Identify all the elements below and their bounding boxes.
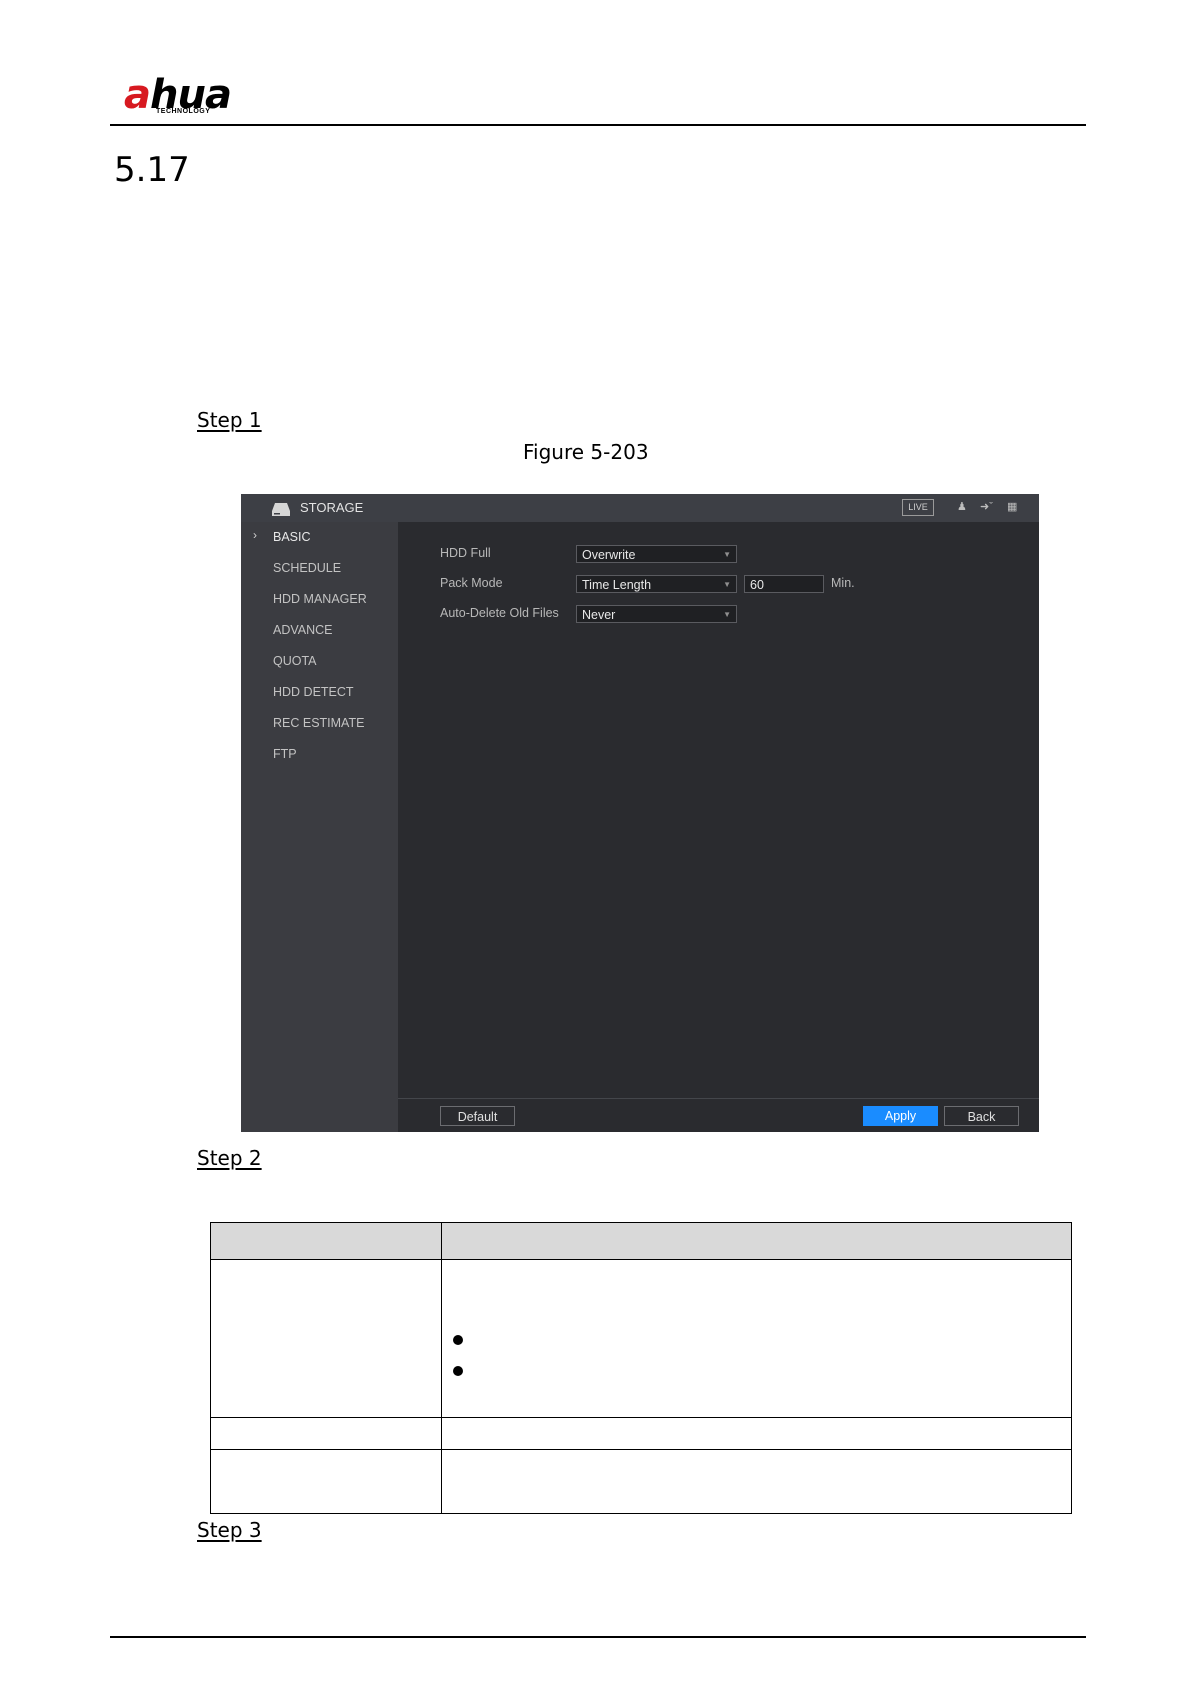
- storage-drive-icon: [272, 503, 290, 516]
- hdd-full-value: Overwrite: [582, 548, 636, 562]
- settings-sidebar: [241, 522, 398, 1132]
- dropdown-arrow-icon: ▼: [723, 550, 731, 559]
- sidebar-item-ftp[interactable]: FTP: [273, 747, 297, 761]
- sidebar-item-advance[interactable]: ADVANCE: [273, 623, 333, 637]
- user-icon[interactable]: ♟: [957, 500, 967, 513]
- pack-length-input[interactable]: 60: [744, 575, 824, 593]
- step-3-label: Step 3: [197, 1518, 262, 1542]
- step-1-label: Step 1: [197, 408, 262, 432]
- table-header-parameter: [210, 1222, 442, 1260]
- auto-delete-label: Auto-Delete Old Files: [440, 606, 559, 620]
- storage-settings-screenshot: STORAGE LIVE ♟ ➜ˇ ▦ › BASIC SCHEDULE HDD…: [241, 494, 1039, 1132]
- header-rule: [110, 124, 1086, 126]
- bullet-icon: [453, 1366, 463, 1376]
- auto-delete-value: Never: [582, 608, 616, 622]
- footer-rule: [110, 1636, 1086, 1638]
- sidebar-item-hdd-detect[interactable]: HDD DETECT: [273, 685, 354, 699]
- table-cell: [441, 1259, 1072, 1418]
- auto-delete-select[interactable]: Never ▼: [576, 605, 737, 623]
- apply-button[interactable]: Apply: [863, 1106, 938, 1126]
- table-header-description: [441, 1222, 1072, 1260]
- table-cell: [441, 1417, 1072, 1450]
- sidebar-item-hdd-manager[interactable]: HDD MANAGER: [273, 592, 367, 606]
- default-button[interactable]: Default: [440, 1106, 515, 1126]
- table-cell: [210, 1449, 442, 1514]
- hdd-full-label: HDD Full: [440, 546, 491, 560]
- footer-divider: [398, 1098, 1039, 1099]
- table-cell: [441, 1449, 1072, 1514]
- sidebar-item-basic[interactable]: BASIC: [273, 530, 311, 544]
- pack-mode-label: Pack Mode: [440, 576, 503, 590]
- sidebar-item-quota[interactable]: QUOTA: [273, 654, 317, 668]
- step-2-label: Step 2: [197, 1146, 262, 1170]
- pack-mode-select[interactable]: Time Length ▼: [576, 575, 737, 593]
- pack-mode-value: Time Length: [582, 578, 652, 592]
- section-number: 5.17: [114, 150, 190, 190]
- company-logo: ahua TECHNOLOGY: [124, 72, 264, 120]
- hdd-full-select[interactable]: Overwrite ▼: [576, 545, 737, 563]
- parameter-table: [210, 1222, 1072, 1514]
- dropdown-arrow-icon: ▼: [723, 610, 731, 619]
- pack-length-unit: Min.: [831, 576, 855, 590]
- grid-menu-icon[interactable]: ▦: [1007, 500, 1017, 513]
- figure-caption: Figure 5-203: [523, 440, 649, 464]
- table-cell: [210, 1259, 442, 1418]
- dropdown-arrow-icon: ▼: [723, 580, 731, 589]
- logout-icon[interactable]: ➜ˇ: [980, 500, 993, 513]
- sidebar-item-schedule[interactable]: SCHEDULE: [273, 561, 341, 575]
- sidebar-item-rec-estimate[interactable]: REC ESTIMATE: [273, 716, 364, 730]
- bullet-icon: [453, 1335, 463, 1345]
- table-cell: [210, 1417, 442, 1450]
- logo-letter-a: a: [124, 72, 151, 118]
- active-chevron-icon: ›: [253, 528, 257, 542]
- logo-subtext: TECHNOLOGY: [156, 108, 211, 115]
- live-button[interactable]: LIVE: [902, 499, 934, 516]
- back-button[interactable]: Back: [944, 1106, 1019, 1126]
- page-title: STORAGE: [300, 500, 364, 515]
